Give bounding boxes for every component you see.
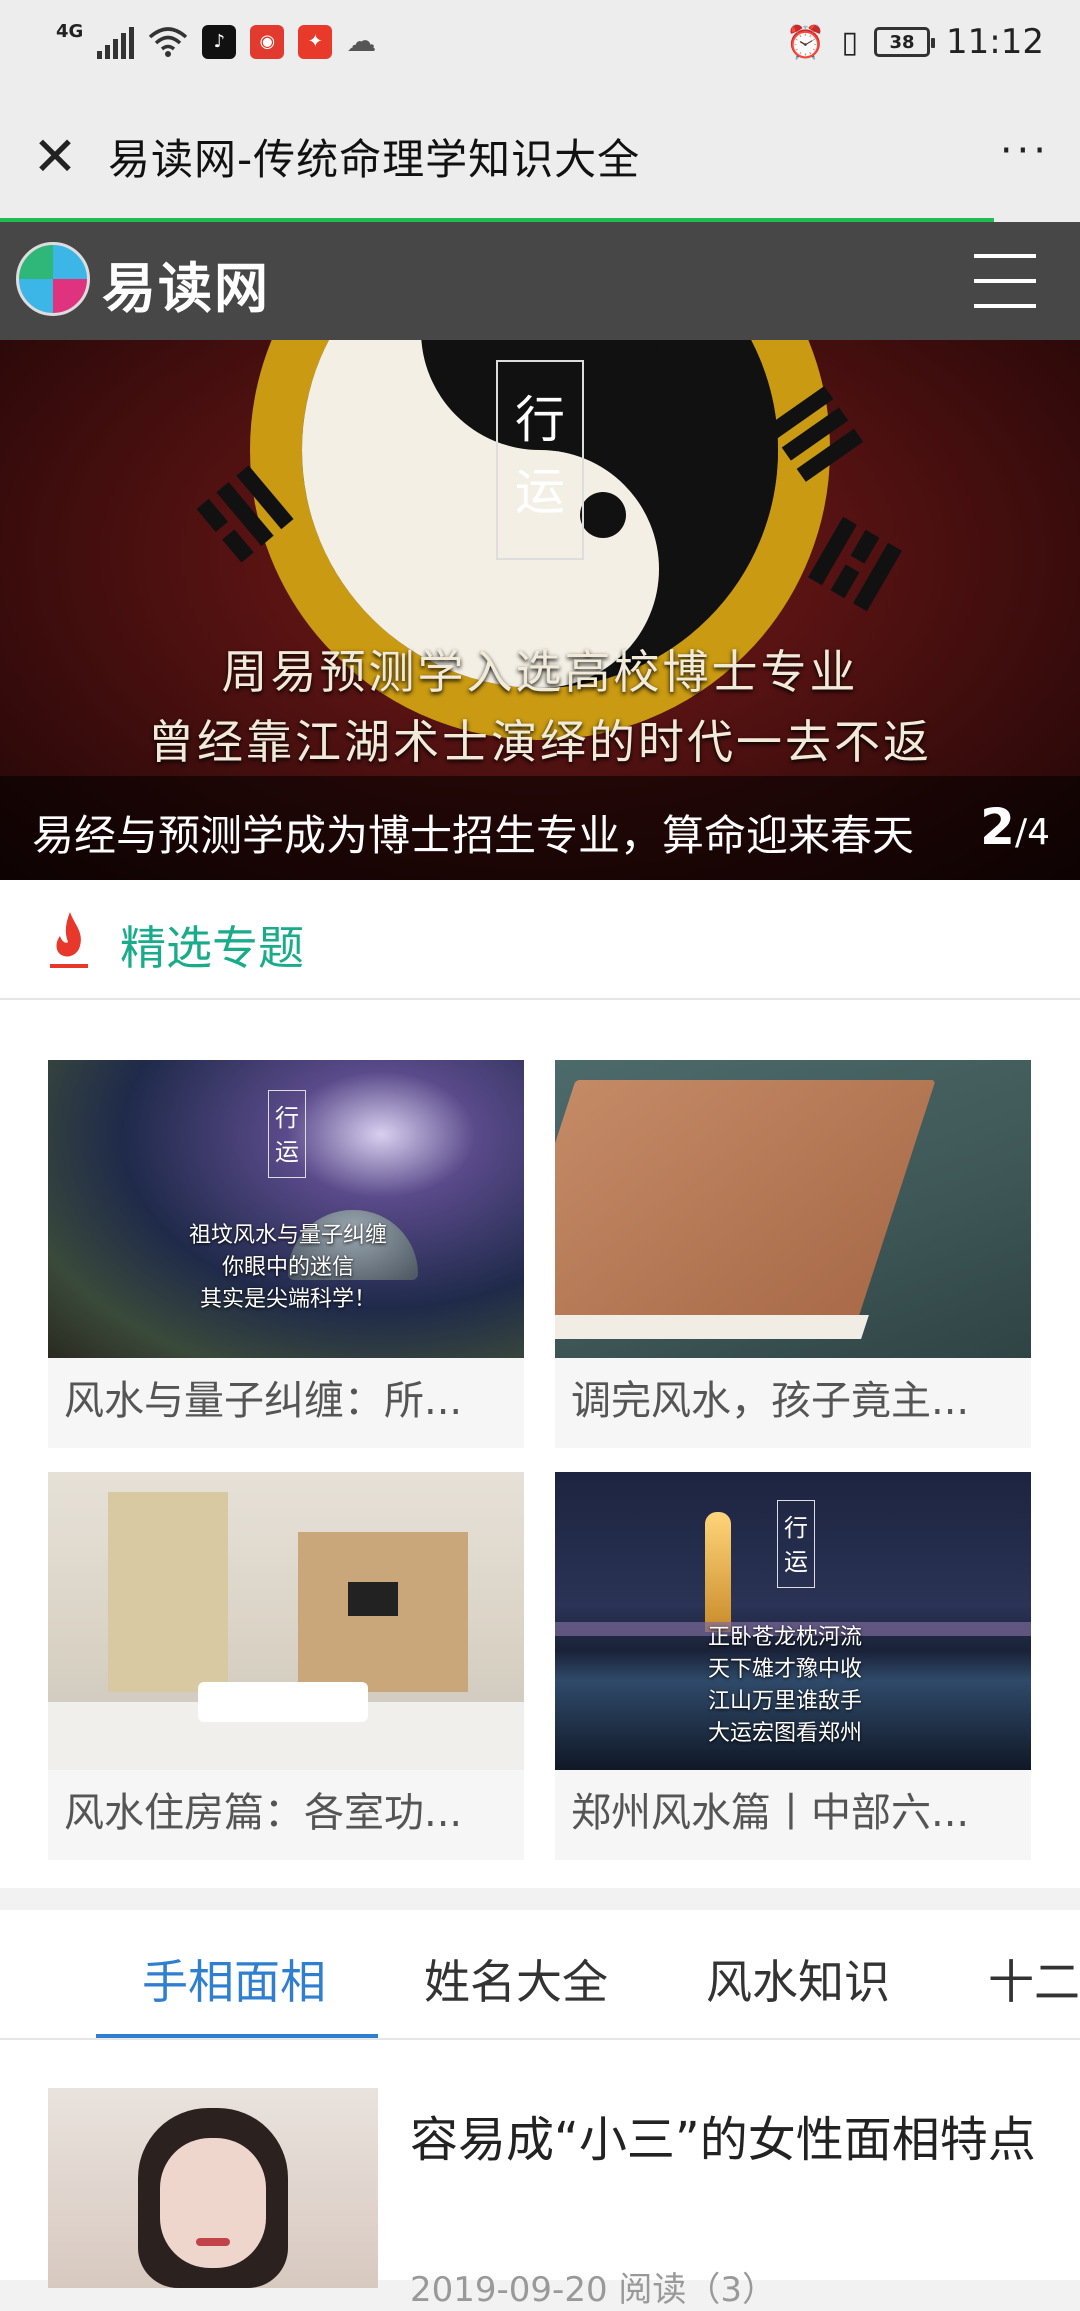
- signal-icon: [97, 25, 135, 59]
- alarm-icon: ⏰: [785, 23, 826, 61]
- card-image[interactable]: [555, 1060, 1031, 1358]
- image-caption-line: 大运宏图看郑州: [707, 1721, 862, 1746]
- browser-titlebar: ✕ 易读网-传统命理学知识大全 ···: [0, 92, 1080, 224]
- image-tag: 行运: [777, 1500, 815, 1588]
- image-tag-char: 行: [275, 1104, 299, 1132]
- portrait-lips: [196, 2238, 230, 2246]
- hero-banner[interactable]: 行 运 周易预测学入选高校博士专业 曾经靠江湖术士演绎的时代一去不返 易经与预测…: [0, 340, 1080, 880]
- article-meta: 2019-09-20 阅读（3）: [410, 2270, 777, 2310]
- active-tab-indicator: [96, 2034, 378, 2038]
- featured-section-header: 精选专题: [0, 880, 1080, 1000]
- cloud-icon: ☁: [346, 24, 377, 59]
- status-left: 4G ♪ ◉ ✦ ☁: [56, 21, 377, 59]
- book-cover: [555, 1080, 936, 1330]
- tab-zodiac[interactable]: 十二: [988, 1946, 1080, 2012]
- banner-pager: 2/4: [980, 798, 1050, 856]
- featured-card[interactable]: 行运 正卧苍龙枕河流 天下雄才豫中收 江山万里谁敌手 大运宏图看郑州 郑州风水篇…: [555, 1472, 1031, 1860]
- tab-fengshui[interactable]: 风水知识: [706, 1946, 890, 2012]
- trigram-icon: [808, 516, 902, 612]
- featured-card[interactable]: 调完风水，孩子竟主...: [555, 1060, 1031, 1448]
- battery-icon: 38: [874, 27, 936, 57]
- banner-caption[interactable]: 易经与预测学成为博士招生专业，算命迎来春天: [32, 802, 914, 863]
- card-title[interactable]: 风水与量子纠缠：所...: [64, 1368, 462, 1426]
- card-image[interactable]: [48, 1472, 524, 1770]
- more-options-button[interactable]: ···: [1000, 128, 1050, 174]
- netease-music-icon: ◉: [250, 24, 285, 59]
- banner-tag-char: 运: [515, 463, 565, 521]
- page-title: 易读网-传统命理学知识大全: [108, 135, 641, 184]
- image-caption-line: 正卧苍龙枕河流: [707, 1625, 862, 1650]
- flame-icon: [50, 912, 88, 968]
- network-type: 4G: [56, 21, 84, 42]
- portrait-face: [160, 2138, 266, 2268]
- yinyang-dot: [580, 492, 626, 538]
- image-caption: 正卧苍龙枕河流 天下雄才豫中收 江山万里谁敌手 大运宏图看郑州: [685, 1622, 885, 1750]
- card-image[interactable]: 行运 祖坟风水与量子纠缠 你眼中的迷信 其实是尖端科学！: [48, 1060, 524, 1358]
- section-title: 精选专题: [120, 921, 304, 975]
- tv: [348, 1582, 398, 1616]
- room-screen: [108, 1492, 228, 1692]
- pager-total: /4: [1014, 812, 1050, 853]
- article-title[interactable]: 容易成“小三”的女性面相特点: [410, 2100, 1036, 2170]
- book-pages: [555, 1315, 869, 1339]
- card-image[interactable]: 行运 正卧苍龙枕河流 天下雄才豫中收 江山万里谁敌手 大运宏图看郑州: [555, 1472, 1031, 1770]
- card-title[interactable]: 调完风水，孩子竟主...: [571, 1368, 969, 1426]
- image-caption-line: 天下雄才豫中收: [707, 1657, 862, 1682]
- card-title[interactable]: 郑州风水篇丨中部六...: [571, 1780, 969, 1838]
- tab-palm-face[interactable]: 手相面相: [142, 1946, 326, 2012]
- featured-card[interactable]: 行运 祖坟风水与量子纠缠 你眼中的迷信 其实是尖端科学！ 风水与量子纠缠：所..…: [48, 1060, 524, 1448]
- card-title[interactable]: 风水住房篇：各室功...: [64, 1780, 462, 1838]
- banner-caption-bar: 易经与预测学成为博士招生专业，算命迎来春天 2/4: [0, 776, 1080, 880]
- vibrate-icon: ▯: [841, 24, 859, 60]
- banner-tag: 行 运: [496, 360, 584, 560]
- article-list-item[interactable]: 容易成“小三”的女性面相特点 2019-09-20 阅读（3）: [0, 2040, 1080, 2310]
- site-logo-icon[interactable]: [16, 242, 90, 316]
- banner-subheadline: 曾经靠江湖术士演绎的时代一去不返: [148, 715, 932, 769]
- image-caption-line: 你眼中的迷信: [221, 1255, 354, 1280]
- site-header: 易读网: [0, 222, 1080, 340]
- status-right: ⏰ ▯ 38 11:12: [786, 22, 1044, 62]
- hamburger-menu-icon[interactable]: [974, 254, 1036, 308]
- skyscraper: [705, 1512, 731, 1632]
- wifi-icon: [148, 25, 188, 59]
- featured-grid: 行运 祖坟风水与量子纠缠 你眼中的迷信 其实是尖端科学！ 风水与量子纠缠：所..…: [0, 1000, 1080, 1888]
- image-tag-char: 运: [275, 1138, 299, 1166]
- close-icon[interactable]: ✕: [30, 130, 80, 184]
- clock: 11:12: [946, 22, 1044, 62]
- image-tag-char: 行: [784, 1514, 808, 1542]
- featured-card[interactable]: 风水住房篇：各室功...: [48, 1472, 524, 1860]
- status-bar: 4G ♪ ◉ ✦ ☁ ⏰ ▯ 38 11:12: [0, 0, 1080, 92]
- article-thumbnail[interactable]: [48, 2088, 378, 2288]
- image-caption-line: 其实是尖端科学！: [199, 1287, 376, 1312]
- tiktok-icon: ♪: [202, 24, 237, 59]
- image-caption: 祖坟风水与量子纠缠 你眼中的迷信 其实是尖端科学！: [158, 1220, 418, 1316]
- site-logo-text[interactable]: 易读网: [102, 244, 270, 323]
- battery-level: 38: [889, 31, 915, 53]
- banner-tag-char: 行: [515, 391, 565, 449]
- category-tabs: 手相面相 姓名大全 风水知识 十二: [0, 1910, 1080, 2040]
- sofa: [198, 1682, 368, 1722]
- image-tag-char: 运: [784, 1548, 808, 1576]
- pager-current: 2: [980, 798, 1015, 856]
- app-icon: ✦: [298, 24, 333, 59]
- image-caption-line: 祖坟风水与量子纠缠: [188, 1223, 387, 1248]
- banner-headline: 周易预测学入选高校博士专业: [221, 645, 859, 699]
- tab-names[interactable]: 姓名大全: [424, 1946, 608, 2012]
- image-tag: 行运: [268, 1090, 306, 1178]
- image-caption-line: 江山万里谁敌手: [707, 1689, 862, 1714]
